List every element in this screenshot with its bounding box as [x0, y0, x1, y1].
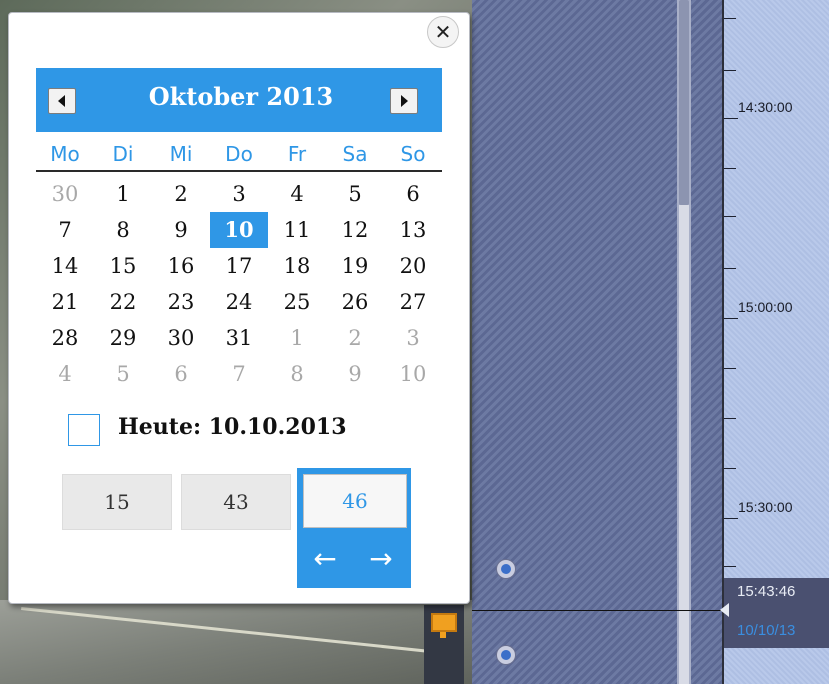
prev-month-button[interactable] — [48, 88, 76, 114]
seconds-field[interactable]: 46 — [303, 474, 407, 528]
timeline-scrollbar-thumb[interactable] — [679, 0, 689, 205]
day-cell[interactable]: 22 — [94, 284, 152, 320]
timeline-scrollbar-lower — [679, 205, 689, 684]
weekday-header: Mo Di Mi Do Fr Sa So — [36, 142, 442, 172]
prev-month-icon — [58, 95, 65, 107]
day-cell-other-month[interactable]: 8 — [268, 356, 326, 392]
day-cell-selected[interactable]: 10 — [210, 212, 268, 248]
day-cell[interactable]: 4 — [268, 176, 326, 212]
weekday-label: Mo — [50, 142, 80, 166]
day-cell-other-month[interactable]: 3 — [384, 320, 442, 356]
day-cell[interactable]: 14 — [36, 248, 94, 284]
time-label: 14:30:00 — [738, 99, 793, 115]
weekday-label: So — [400, 142, 426, 166]
hours-field[interactable]: 15 — [62, 474, 172, 530]
tick — [724, 268, 736, 269]
next-month-button[interactable] — [390, 88, 418, 114]
day-cell[interactable]: 6 — [384, 176, 442, 212]
day-cell[interactable]: 13 — [384, 212, 442, 248]
tick — [724, 216, 736, 217]
day-cell[interactable]: 24 — [210, 284, 268, 320]
day-cell[interactable]: 19 — [326, 248, 384, 284]
day-cell[interactable]: 12 — [326, 212, 384, 248]
day-cell[interactable]: 28 — [36, 320, 94, 356]
day-cell[interactable]: 26 — [326, 284, 384, 320]
today-row[interactable]: Heute: 10.10.2013 — [36, 410, 442, 446]
tick — [724, 468, 736, 469]
close-icon[interactable]: ✕ — [427, 16, 459, 48]
weekday-label: Di — [112, 142, 134, 166]
arrow-left-icon[interactable]: ← — [305, 544, 345, 574]
cursor-arrow-icon — [720, 603, 729, 617]
minutes-field[interactable]: 43 — [181, 474, 291, 530]
today-label[interactable]: Heute: 10.10.2013 — [118, 414, 347, 440]
arrow-right-icon[interactable]: → — [361, 544, 401, 574]
today-checkbox[interactable] — [68, 414, 100, 446]
calendar: Oktober 2013 Mo Di Mi Do Fr Sa So 30 1 2 3 4 5 6 7 8 9 1… — [36, 68, 442, 464]
day-cell-other-month[interactable]: 1 — [268, 320, 326, 356]
day-cell-other-month[interactable]: 9 — [326, 356, 384, 392]
day-cell[interactable]: 9 — [152, 212, 210, 248]
day-cell[interactable]: 21 — [36, 284, 94, 320]
day-cell[interactable]: 30 — [152, 320, 210, 356]
tick — [724, 70, 736, 71]
weekday-label: Mi — [169, 142, 193, 166]
weekday-label: Fr — [287, 142, 307, 166]
day-cell[interactable]: 20 — [384, 248, 442, 284]
day-cell[interactable]: 8 — [94, 212, 152, 248]
day-cell[interactable]: 18 — [268, 248, 326, 284]
day-cell[interactable]: 7 — [36, 212, 94, 248]
day-cell[interactable]: 2 — [152, 176, 210, 212]
day-cell[interactable]: 16 — [152, 248, 210, 284]
time-label: 15:30:00 — [738, 499, 793, 515]
day-cell-other-month[interactable]: 30 — [36, 176, 94, 212]
day-cell[interactable]: 17 — [210, 248, 268, 284]
tick — [724, 18, 736, 19]
zoom-in-button[interactable] — [496, 559, 516, 579]
seconds-panel: 46 ← → — [297, 468, 411, 588]
tick — [724, 566, 736, 567]
day-cell[interactable]: 29 — [94, 320, 152, 356]
day-cell[interactable]: 31 — [210, 320, 268, 356]
day-cell[interactable]: 23 — [152, 284, 210, 320]
time-label: 15:00:00 — [738, 299, 793, 315]
day-cell-other-month[interactable]: 6 — [152, 356, 210, 392]
day-cell[interactable]: 11 — [268, 212, 326, 248]
day-cell[interactable]: 15 — [94, 248, 152, 284]
day-cell[interactable]: 5 — [326, 176, 384, 212]
day-cell-other-month[interactable]: 4 — [36, 356, 94, 392]
zoom-out-button[interactable] — [496, 645, 516, 665]
tick — [724, 118, 738, 119]
tick — [724, 368, 736, 369]
calendar-header: Oktober 2013 — [36, 68, 442, 132]
cursor-time: 15:43:46 — [737, 583, 796, 600]
day-cell-other-month[interactable]: 5 — [94, 356, 152, 392]
day-cell-other-month[interactable]: 10 — [384, 356, 442, 392]
cursor-date: 10/10/13 — [737, 622, 796, 639]
tick — [724, 168, 736, 169]
weekday-label: Do — [225, 142, 253, 166]
day-cell-other-month[interactable]: 7 — [210, 356, 268, 392]
day-cell[interactable]: 1 — [94, 176, 152, 212]
monitor-screen — [431, 613, 457, 632]
month-title: Oktober 2013 — [148, 82, 334, 111]
day-cell[interactable]: 27 — [384, 284, 442, 320]
day-cell[interactable]: 3 — [210, 176, 268, 212]
monitor-icon[interactable] — [424, 605, 464, 684]
next-month-icon — [401, 95, 408, 107]
tick — [724, 318, 738, 319]
tick — [724, 418, 736, 419]
monitor-stand — [440, 632, 446, 638]
tick — [724, 518, 738, 519]
weekday-label: Sa — [342, 142, 368, 166]
day-cell-other-month[interactable]: 2 — [326, 320, 384, 356]
day-cell[interactable]: 25 — [268, 284, 326, 320]
